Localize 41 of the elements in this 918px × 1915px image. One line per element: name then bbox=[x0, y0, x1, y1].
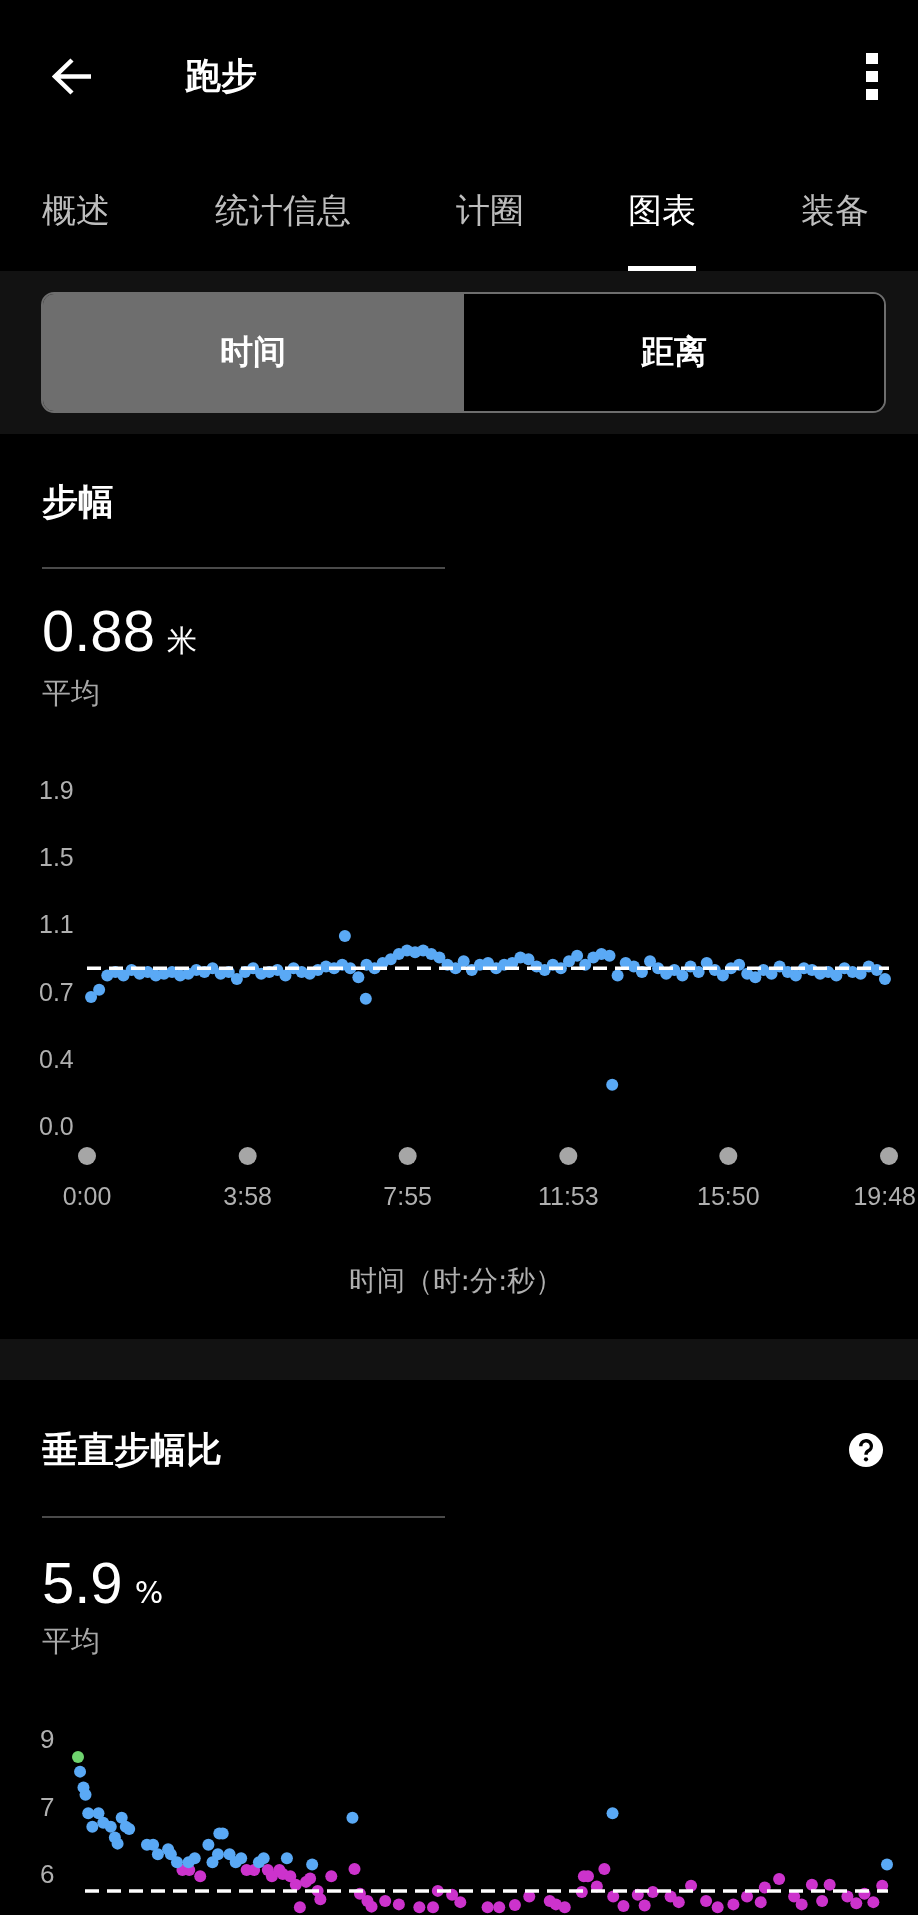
tick-dot-icon bbox=[78, 1147, 96, 1165]
segment-button[interactable]: 距离 bbox=[463, 294, 884, 411]
y-axis-label: 1.5 bbox=[39, 843, 74, 872]
data-point-series bbox=[72, 1751, 84, 1763]
y-axis-label: 6 bbox=[40, 1859, 55, 1889]
help-icon[interactable] bbox=[849, 1433, 883, 1467]
tab[interactable]: 统计信息 bbox=[214, 152, 351, 271]
x-axis-label: 0:00 bbox=[62, 1182, 112, 1210]
y-axis-label: 0.4 bbox=[39, 1044, 74, 1073]
x-axis-label: 15:50 bbox=[697, 1182, 760, 1210]
unit-label: 米 bbox=[166, 622, 197, 660]
tick-dot-icon bbox=[559, 1147, 578, 1165]
y-axis-label: 9 bbox=[40, 1724, 55, 1754]
tick-dot-icon bbox=[238, 1147, 257, 1165]
average-caption: 平均 bbox=[42, 675, 101, 712]
x-axis-label: 7:55 bbox=[383, 1182, 432, 1210]
back-arrow-icon[interactable] bbox=[52, 56, 93, 96]
x-axis-label: 3:58 bbox=[223, 1182, 272, 1210]
x-axis-title: 时间（时:分:秒） bbox=[348, 1263, 564, 1297]
y-axis-label: 0.7 bbox=[39, 977, 74, 1006]
x-axis-label: 19:48 bbox=[853, 1182, 916, 1210]
segment-button[interactable]: 时间 bbox=[43, 294, 464, 411]
y-axis-label: 0.0 bbox=[39, 1112, 74, 1140]
unit-label: % bbox=[134, 1574, 164, 1612]
section-title: 垂直步幅比 bbox=[42, 1428, 222, 1472]
tab[interactable]: 计圈 bbox=[455, 152, 524, 271]
tick-dot-icon bbox=[398, 1147, 417, 1165]
tab[interactable]: 装备 bbox=[801, 152, 869, 271]
section-title: 步幅 bbox=[42, 480, 114, 524]
tab[interactable]: 概述 bbox=[42, 152, 110, 271]
average-value: 5.9 bbox=[42, 1551, 123, 1615]
y-axis-label: 1.9 bbox=[39, 776, 74, 804]
y-axis-label: 1.1 bbox=[39, 910, 74, 939]
page-title: 跑步 bbox=[185, 54, 257, 98]
tick-dot-icon bbox=[880, 1147, 898, 1165]
more-options-icon[interactable] bbox=[866, 52, 878, 100]
x-axis-label: 11:53 bbox=[538, 1182, 599, 1210]
tick-dot-icon bbox=[719, 1147, 738, 1165]
y-axis-label: 7 bbox=[40, 1791, 55, 1822]
average-value: 0.88 bbox=[42, 599, 155, 663]
average-caption: 平均 bbox=[42, 1623, 101, 1660]
